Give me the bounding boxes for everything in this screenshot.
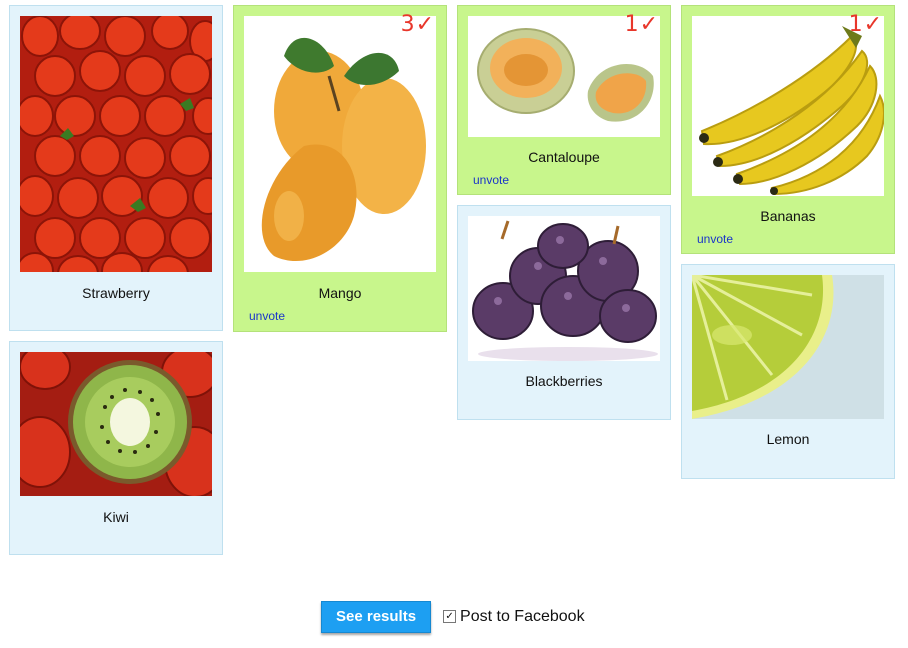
item-name: Blackberries	[525, 373, 603, 389]
unvote-link[interactable]: unvote	[697, 232, 733, 246]
mango-image[interactable]	[244, 16, 436, 272]
item-name: Cantaloupe	[528, 149, 600, 165]
post-to-facebook-checkbox[interactable]: ✓	[443, 610, 457, 623]
card-bananas[interactable]: 1✓ Bananas unvote	[681, 5, 895, 254]
item-name: Mango	[318, 285, 362, 301]
card-lemon[interactable]: Lemon	[681, 264, 895, 479]
strawberry-image[interactable]	[20, 16, 212, 272]
item-name: Lemon	[766, 431, 810, 447]
kiwi-image[interactable]	[20, 352, 212, 496]
vote-count-badge: 1✓	[625, 12, 658, 37]
card-kiwi[interactable]: Kiwi	[9, 341, 223, 555]
vote-count-badge: 1✓	[849, 12, 882, 37]
unvote-link[interactable]: unvote	[473, 173, 509, 187]
vote-count-badge: 3✓	[401, 12, 434, 37]
post-to-facebook-label: Post to Facebook	[460, 607, 585, 625]
actions-bar: See results ✓ Post to Facebook	[321, 600, 585, 633]
card-cantaloupe[interactable]: 1✓ Cantaloupe unvote	[457, 5, 671, 195]
card-strawberry[interactable]: Strawberry	[9, 5, 223, 331]
card-mango[interactable]: 3✓ Mango unvote	[233, 5, 447, 332]
unvote-link[interactable]: unvote	[249, 309, 285, 323]
vote-count: 1	[848, 12, 863, 37]
checkmark-icon: ✓	[415, 12, 434, 37]
checkmark-icon: ✓	[863, 12, 882, 37]
bananas-image[interactable]	[692, 16, 884, 196]
vote-count: 3	[400, 12, 415, 37]
see-results-button[interactable]: See results	[321, 600, 432, 633]
item-name: Strawberry	[82, 285, 150, 301]
post-to-facebook-option[interactable]: ✓ Post to Facebook	[443, 608, 585, 626]
lemon-image[interactable]	[692, 275, 884, 419]
blackberries-image[interactable]	[468, 216, 660, 361]
item-name: Kiwi	[103, 509, 129, 525]
card-blackberries[interactable]: Blackberries	[457, 205, 671, 420]
vote-count: 1	[624, 12, 639, 37]
item-name: Bananas	[760, 208, 816, 224]
checkmark-icon: ✓	[639, 12, 658, 37]
